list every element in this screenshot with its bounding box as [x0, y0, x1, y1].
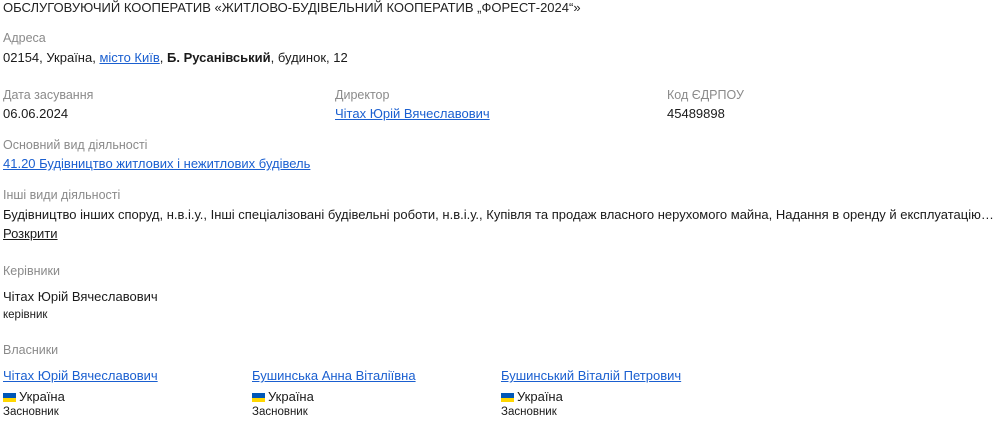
main-activity-link[interactable]: 41.20 Будівництво житлових і нежитлових … — [3, 156, 310, 171]
address-value: 02154, Україна, місто Київ, Б. Русанівсь… — [3, 50, 348, 65]
owners-label: Власники — [3, 343, 59, 357]
ukraine-flag-icon — [501, 393, 514, 402]
other-activities-label: Інші види діяльності — [3, 188, 121, 202]
owner-country-label: Україна — [19, 389, 65, 404]
expand-button[interactable]: Розкрити — [3, 226, 58, 241]
owner-role: Засновник — [252, 406, 308, 418]
address-comma: , — [159, 50, 168, 65]
main-activity-label: Основний вид діяльності — [3, 138, 148, 152]
other-activities-value: Будівництво інших споруд, н.в.і.у., Інші… — [3, 207, 995, 222]
company-title: ОБСЛУГОВУЮЧИЙ КООПЕРАТИВ «ЖИТЛОВО-БУДІВЕ… — [3, 0, 581, 15]
managers-label: Керівники — [3, 264, 60, 278]
address-label: Адреса — [3, 31, 46, 45]
owner-country-label: Україна — [517, 389, 563, 404]
address-suffix: , будинок, 12 — [270, 50, 348, 65]
city-link[interactable]: місто Київ — [99, 50, 159, 65]
address-prefix: 02154, Україна, — [3, 50, 100, 65]
founded-value: 06.06.2024 — [3, 106, 69, 121]
owner-link[interactable]: Бушинська Анна Віталіївна — [252, 368, 416, 383]
edrpou-value: 45489898 — [667, 106, 725, 121]
manager-name: Чітах Юрій Вячеславович — [3, 289, 158, 304]
manager-role: керівник — [3, 309, 48, 321]
edrpou-label: Код ЄДРПОУ — [667, 88, 744, 102]
ukraine-flag-icon — [252, 393, 265, 402]
owner-country-label: Україна — [268, 389, 314, 404]
address-street: Б. Русанівський — [167, 50, 271, 65]
director-link[interactable]: Чітах Юрій Вячеславович — [335, 106, 490, 121]
director-label: Директор — [335, 88, 390, 102]
owner-role: Засновник — [501, 406, 557, 418]
ukraine-flag-icon — [3, 393, 16, 402]
owner-country: Україна — [252, 389, 314, 404]
owner-link[interactable]: Чітах Юрій Вячеславович — [3, 368, 158, 383]
owner-country: Україна — [501, 389, 563, 404]
owner-role: Засновник — [3, 406, 59, 418]
owner-link[interactable]: Бушинський Віталій Петрович — [501, 368, 681, 383]
owner-country: Україна — [3, 389, 65, 404]
founded-label: Дата засування — [3, 88, 94, 102]
